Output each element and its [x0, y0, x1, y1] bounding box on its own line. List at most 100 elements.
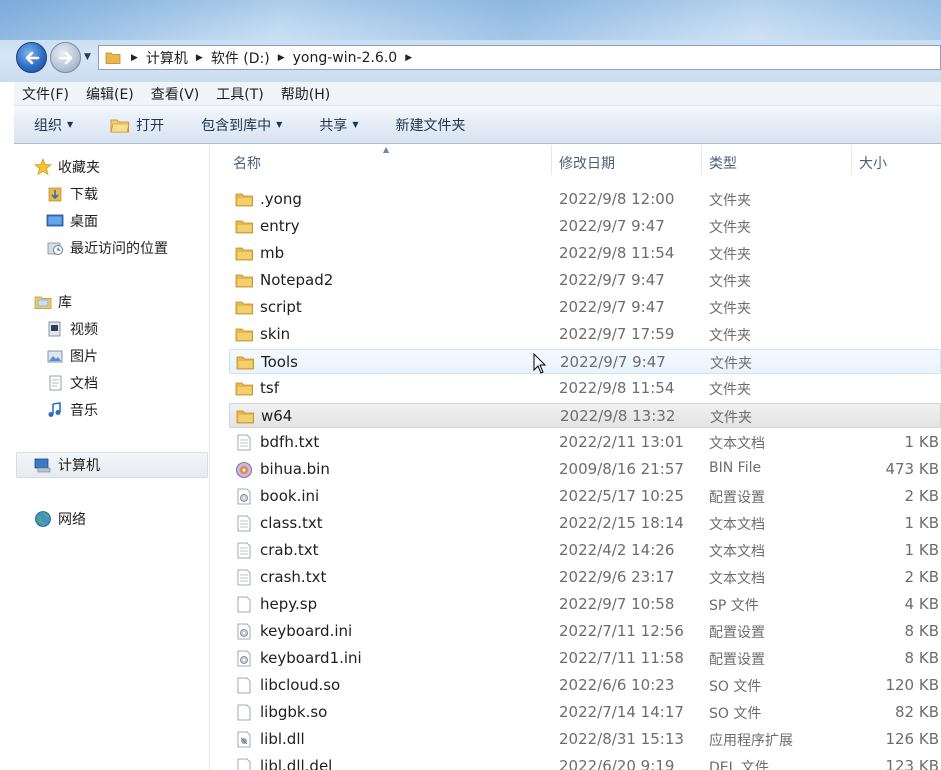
menu-file[interactable]: 文件(F)	[22, 84, 69, 104]
share-button[interactable]: 共享 ▼	[319, 115, 358, 135]
column-type-header[interactable]: 类型	[709, 153, 737, 173]
column-size-header[interactable]: 大小	[859, 153, 887, 173]
address-bar[interactable]: ▶ 计算机 ▶ 软件 (D:) ▶ yong-win-2.6.0 ▶	[98, 45, 941, 70]
breadcrumb-drive[interactable]: 软件 (D:)	[211, 48, 270, 68]
nav-documents[interactable]: 文档	[46, 373, 98, 393]
include-in-library-button[interactable]: 包含到库中 ▼	[201, 115, 282, 135]
breadcrumb-chevron-icon[interactable]: ▶	[196, 53, 203, 63]
folder-icon	[235, 274, 253, 288]
file-row-tools[interactable]: Tools 2022/9/7 9:47 文件夹	[229, 349, 941, 374]
star-icon	[34, 158, 52, 176]
folder-icon	[235, 328, 253, 342]
breadcrumb-computer[interactable]: 计算机	[146, 48, 188, 68]
nav-downloads-label: 下载	[70, 187, 98, 203]
file-row-entry[interactable]: entry 2022/9/7 9:47 文件夹	[229, 214, 941, 239]
music-icon	[48, 402, 61, 417]
organize-label: 组织	[34, 117, 62, 134]
breadcrumb-chevron-icon[interactable]: ▶	[278, 53, 285, 63]
file-type: 文件夹	[709, 193, 751, 209]
nav-music[interactable]: 音乐	[46, 400, 98, 420]
nav-libraries[interactable]: 库	[34, 292, 72, 312]
file-modified-date: 2022/9/8 11:54	[559, 244, 675, 262]
nav-network[interactable]: 网络	[34, 509, 86, 529]
command-bar: 组织 ▼ 打开 包含到库中 ▼ 共享 ▼ 新建文件夹	[14, 106, 941, 144]
file-name: keyboard.ini	[260, 622, 353, 640]
nav-favorites[interactable]: 收藏夹	[34, 157, 100, 177]
nav-favorites-label: 收藏夹	[58, 160, 100, 176]
file-row-script[interactable]: script 2022/9/7 9:47 文件夹	[229, 295, 941, 320]
breadcrumb-chevron-icon[interactable]: ▶	[405, 53, 412, 63]
file-modified-date: 2022/9/7 9:47	[559, 217, 665, 235]
file-row-tsf[interactable]: tsf 2022/9/8 11:54 文件夹	[229, 376, 941, 401]
nav-pictures[interactable]: 图片	[46, 346, 98, 366]
nav-videos-label: 视频	[70, 322, 98, 338]
nav-computer[interactable]: 计算机	[34, 455, 100, 475]
file-modified-date: 2009/8/16 21:57	[559, 460, 684, 478]
nav-downloads[interactable]: 下载	[46, 184, 98, 204]
file-row-libl-dll-del[interactable]: libl.dll.del 2022/6/20 9:19 DEL 文件 123 KB	[229, 754, 941, 770]
breadcrumb-folder[interactable]: yong-win-2.6.0	[293, 50, 398, 66]
file-row-libl-dll[interactable]: libl.dll 2022/8/31 15:13 应用程序扩展 126 KB	[229, 727, 941, 752]
file-size: 1 KB	[904, 433, 939, 451]
file-modified-date: 2022/9/7 9:47	[559, 298, 665, 316]
file-type: 文件夹	[710, 410, 752, 426]
column-divider[interactable]	[701, 145, 702, 175]
file-row-libgbk-so[interactable]: libgbk.so 2022/7/14 14:17 SO 文件 82 KB	[229, 700, 941, 725]
back-button[interactable]	[16, 42, 47, 73]
file-name: hepy.sp	[260, 595, 318, 613]
file-row-hepy-sp[interactable]: hepy.sp 2022/9/7 10:58 SP 文件 4 KB	[229, 592, 941, 617]
file-row-class-txt[interactable]: class.txt 2022/2/15 18:14 文本文档 1 KB	[229, 511, 941, 536]
menu-help[interactable]: 帮助(H)	[281, 84, 330, 104]
file-row-bihua-bin[interactable]: bihua.bin 2009/8/16 21:57 BIN File 473 KB	[229, 457, 941, 482]
menu-view[interactable]: 查看(V)	[151, 84, 200, 104]
column-divider[interactable]	[551, 145, 552, 175]
computer-icon	[34, 458, 51, 473]
blank-file-icon	[237, 758, 251, 770]
file-row-keyboard-ini[interactable]: keyboard.ini 2022/7/11 12:56 配置设置 8 KB	[229, 619, 941, 644]
new-folder-button[interactable]: 新建文件夹	[395, 115, 465, 135]
file-name: libl.dll	[260, 730, 305, 748]
file-row-mb[interactable]: mb 2022/9/8 11:54 文件夹	[229, 241, 941, 266]
nav-videos[interactable]: 视频	[46, 319, 98, 339]
nav-music-label: 音乐	[70, 403, 98, 419]
open-button[interactable]: 打开	[110, 115, 164, 135]
file-name: entry	[260, 217, 300, 235]
nav-recent-places[interactable]: 最近访问的位置	[46, 238, 168, 258]
file-modified-date: 2022/9/8 13:32	[560, 407, 676, 425]
file-row-w64[interactable]: w64 2022/9/8 13:32 文件夹	[229, 403, 941, 428]
file-row-notepad2[interactable]: Notepad2 2022/9/7 9:47 文件夹	[229, 268, 941, 293]
organize-button[interactable]: 组织 ▼	[34, 115, 73, 135]
file-name: bihua.bin	[260, 460, 330, 478]
file-row-crab-txt[interactable]: crab.txt 2022/4/2 14:26 文本文档 1 KB	[229, 538, 941, 563]
file-size: 1 KB	[904, 514, 939, 532]
nav-desktop[interactable]: 桌面	[46, 211, 98, 231]
file-type: 配置设置	[709, 625, 765, 641]
file-type: 文件夹	[709, 220, 751, 236]
file-row-libcloud-so[interactable]: libcloud.so 2022/6/6 10:23 SO 文件 120 KB	[229, 673, 941, 698]
recent-pages-dropdown-icon[interactable]: ▼	[84, 52, 96, 64]
file-row-skin[interactable]: skin 2022/9/7 17:59 文件夹	[229, 322, 941, 347]
file-list-pane: ▲ 名称 修改日期 类型 大小 .yong 2022/9/8 12:00 文件夹 en…	[211, 145, 941, 770]
folder-icon	[235, 382, 253, 396]
nav-computer-label: 计算机	[58, 458, 100, 474]
file-row-yong[interactable]: .yong 2022/9/8 12:00 文件夹	[229, 187, 941, 212]
file-modified-date: 2022/2/11 13:01	[559, 433, 684, 451]
breadcrumb-chevron-icon[interactable]: ▶	[131, 53, 138, 63]
file-row-book-ini[interactable]: book.ini 2022/5/17 10:25 配置设置 2 KB	[229, 484, 941, 509]
file-row-keyboard1-ini[interactable]: keyboard1.ini 2022/7/11 11:58 配置设置 8 KB	[229, 646, 941, 671]
file-modified-date: 2022/6/20 9:19	[559, 757, 675, 770]
file-row-crash-txt[interactable]: crash.txt 2022/9/6 23:17 文本文档 2 KB	[229, 565, 941, 590]
dll-file-icon	[237, 731, 251, 748]
file-type: SO 文件	[709, 706, 762, 722]
column-divider[interactable]	[851, 145, 852, 175]
nav-pictures-label: 图片	[70, 349, 98, 365]
column-name-header[interactable]: 名称	[233, 153, 261, 173]
file-name: tsf	[260, 379, 279, 397]
column-date-header[interactable]: 修改日期	[559, 153, 615, 173]
menu-tools[interactable]: 工具(T)	[216, 84, 263, 104]
forward-button[interactable]	[50, 42, 81, 73]
file-row-bdfh-txt[interactable]: bdfh.txt 2022/2/11 13:01 文本文档 1 KB	[229, 430, 941, 455]
file-name: libl.dll.del	[260, 757, 333, 770]
file-name: w64	[261, 407, 293, 425]
menu-edit[interactable]: 编辑(E)	[86, 84, 134, 104]
